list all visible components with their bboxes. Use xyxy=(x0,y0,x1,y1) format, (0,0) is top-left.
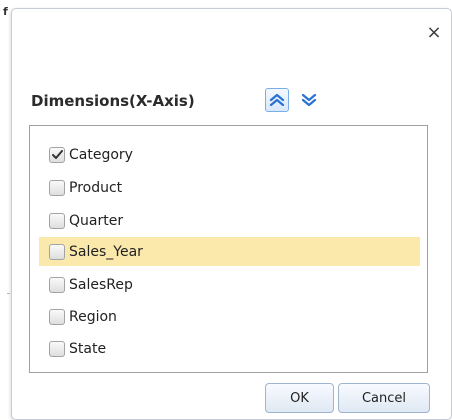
chevron-double-up-icon xyxy=(269,94,285,106)
dialog-title: Dimensions(X-Axis) xyxy=(31,92,195,110)
checkbox[interactable] xyxy=(49,179,65,196)
check-icon xyxy=(51,149,63,159)
cancel-button[interactable]: Cancel xyxy=(338,383,430,413)
list-item-label: Product xyxy=(69,179,123,196)
list-item-label: Region xyxy=(69,308,117,325)
checkbox[interactable] xyxy=(49,276,65,293)
close-icon[interactable]: × xyxy=(424,23,444,43)
move-up-button[interactable] xyxy=(265,88,289,112)
list-item-label: Quarter xyxy=(69,212,124,229)
checkbox[interactable] xyxy=(49,243,65,260)
list-item-label: SalesRep xyxy=(69,276,133,293)
ok-button[interactable]: OK xyxy=(265,383,334,413)
checkbox[interactable] xyxy=(49,212,65,229)
list-item-label: Sales_Year xyxy=(69,243,143,260)
list-item-product[interactable]: Product xyxy=(39,173,420,202)
list-item-region[interactable]: Region xyxy=(39,302,420,331)
checkbox[interactable] xyxy=(49,340,65,357)
list-item-label: State xyxy=(69,340,107,357)
background-divider xyxy=(7,293,10,294)
list-item-state[interactable]: State xyxy=(39,334,420,363)
list-item-category[interactable]: Category xyxy=(39,140,420,169)
checkbox[interactable] xyxy=(49,146,65,163)
list-item-salesrep[interactable]: SalesRep xyxy=(39,270,420,299)
list-item-quarter[interactable]: Quarter xyxy=(39,206,420,235)
checkbox[interactable] xyxy=(49,308,65,325)
dimension-list: Category Product Quarter Sales_Year Sale… xyxy=(29,125,428,373)
dimensions-dialog: × Dimensions(X-Axis) Category Product Qu… xyxy=(11,8,452,420)
list-item-sales-year[interactable]: Sales_Year xyxy=(39,237,420,266)
chevron-double-down-icon xyxy=(301,94,317,106)
list-item-label: Category xyxy=(69,146,133,163)
background-text: f xyxy=(3,5,8,18)
move-down-button[interactable] xyxy=(297,88,321,112)
